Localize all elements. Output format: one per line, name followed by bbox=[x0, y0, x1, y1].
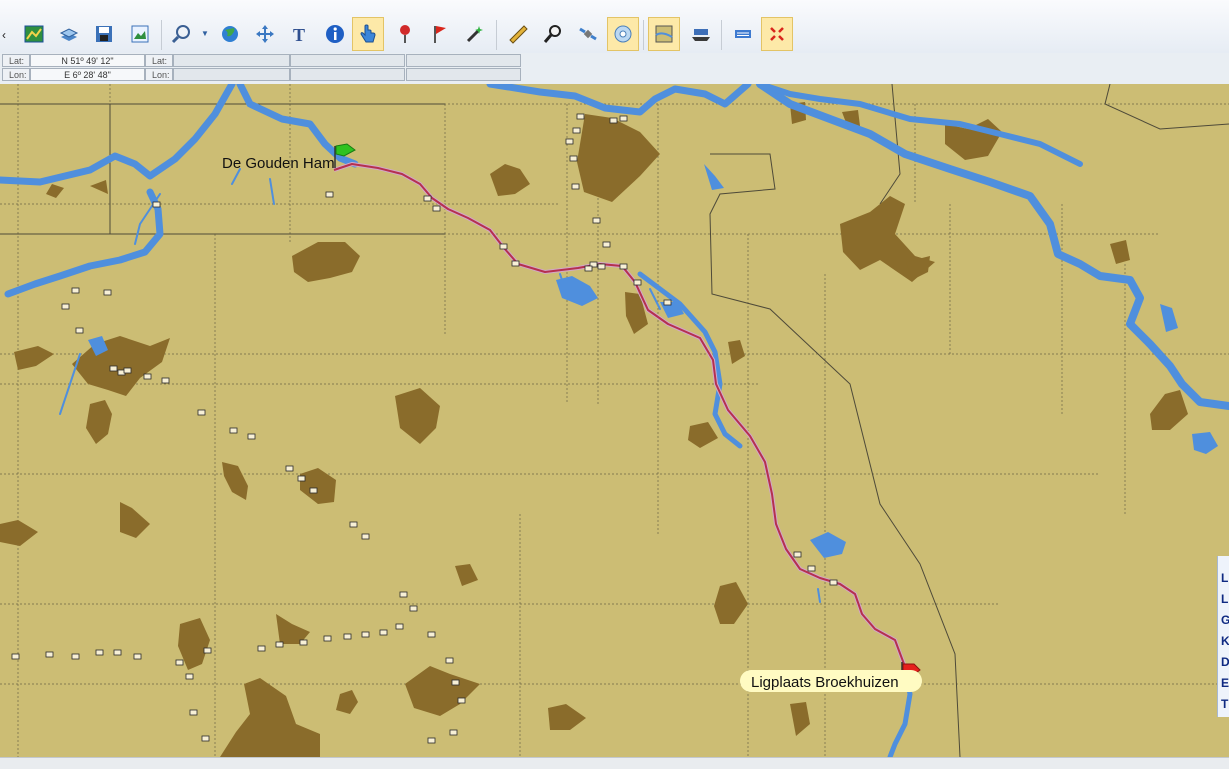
status-bar bbox=[0, 757, 1229, 769]
side-letter[interactable]: G bbox=[1218, 610, 1229, 631]
toolbar: ‹ ▼ T bbox=[0, 0, 1229, 54]
toolbar-separator bbox=[721, 20, 722, 50]
end-label[interactable]: Ligplaats Broekhuizen bbox=[751, 674, 899, 691]
search-icon[interactable] bbox=[537, 17, 569, 51]
pan-icon[interactable] bbox=[249, 17, 281, 51]
chart-map[interactable]: De Gouden Ham Ligplaats Broekhuizen bbox=[0, 84, 1229, 757]
zoom-dropdown-icon[interactable]: ▼ bbox=[201, 29, 209, 38]
satellite-icon[interactable] bbox=[572, 17, 604, 51]
ship-icon[interactable] bbox=[685, 17, 717, 51]
globe-icon[interactable] bbox=[214, 17, 246, 51]
pushpin-icon[interactable] bbox=[389, 17, 421, 51]
image-icon[interactable] bbox=[124, 17, 156, 51]
toolbar-separator bbox=[643, 20, 644, 50]
map-settings-icon[interactable] bbox=[648, 17, 680, 51]
lat-value: N 51º 49' 12" bbox=[30, 54, 145, 67]
lon-label-2: Lon: bbox=[145, 68, 173, 81]
coord-field-4 bbox=[406, 54, 521, 67]
route-flag-icon[interactable] bbox=[424, 17, 456, 51]
coord-field-8 bbox=[406, 68, 521, 81]
coord-field-3 bbox=[290, 54, 405, 67]
lon-value-2 bbox=[173, 68, 290, 81]
hand-pointer-icon[interactable] bbox=[352, 17, 384, 51]
side-letter[interactable]: K bbox=[1218, 631, 1229, 652]
toolbar-scroll-left[interactable]: ‹ bbox=[2, 28, 6, 42]
measure-tool-icon[interactable] bbox=[502, 17, 534, 51]
side-panel[interactable]: L L G K D E T bbox=[1217, 556, 1229, 717]
coordinate-bar: Lat: N 51º 49' 12" Lat: Lon: E 6º 28' 48… bbox=[0, 53, 1229, 136]
svg-text:T: T bbox=[293, 25, 305, 45]
expand-icon[interactable] bbox=[761, 17, 793, 51]
lon-label: Lon: bbox=[2, 68, 30, 81]
zoom-icon[interactable] bbox=[166, 17, 198, 51]
side-letter[interactable]: E bbox=[1218, 673, 1229, 694]
toolbar-separator bbox=[161, 20, 162, 50]
info-icon[interactable] bbox=[319, 17, 351, 51]
side-letter[interactable]: D bbox=[1218, 652, 1229, 673]
lon-value: E 6º 28' 48" bbox=[30, 68, 145, 81]
save-chart-icon[interactable] bbox=[88, 17, 120, 51]
chart-icon[interactable] bbox=[18, 17, 50, 51]
lat-label-2: Lat: bbox=[145, 54, 173, 67]
magic-wand-icon[interactable] bbox=[459, 17, 491, 51]
lat-value-2 bbox=[173, 54, 290, 67]
layers-icon[interactable] bbox=[53, 17, 85, 51]
side-letter[interactable]: T bbox=[1218, 694, 1229, 715]
side-letter[interactable]: L bbox=[1218, 568, 1229, 589]
compass-icon[interactable] bbox=[607, 17, 639, 51]
toolbar-separator bbox=[496, 20, 497, 50]
start-label[interactable]: De Gouden Ham bbox=[222, 155, 335, 172]
coord-field-7 bbox=[290, 68, 405, 81]
side-letter[interactable]: L bbox=[1218, 589, 1229, 610]
keyboard-icon[interactable] bbox=[727, 17, 759, 51]
lat-label: Lat: bbox=[2, 54, 30, 67]
text-tool-icon[interactable]: T bbox=[284, 17, 316, 51]
